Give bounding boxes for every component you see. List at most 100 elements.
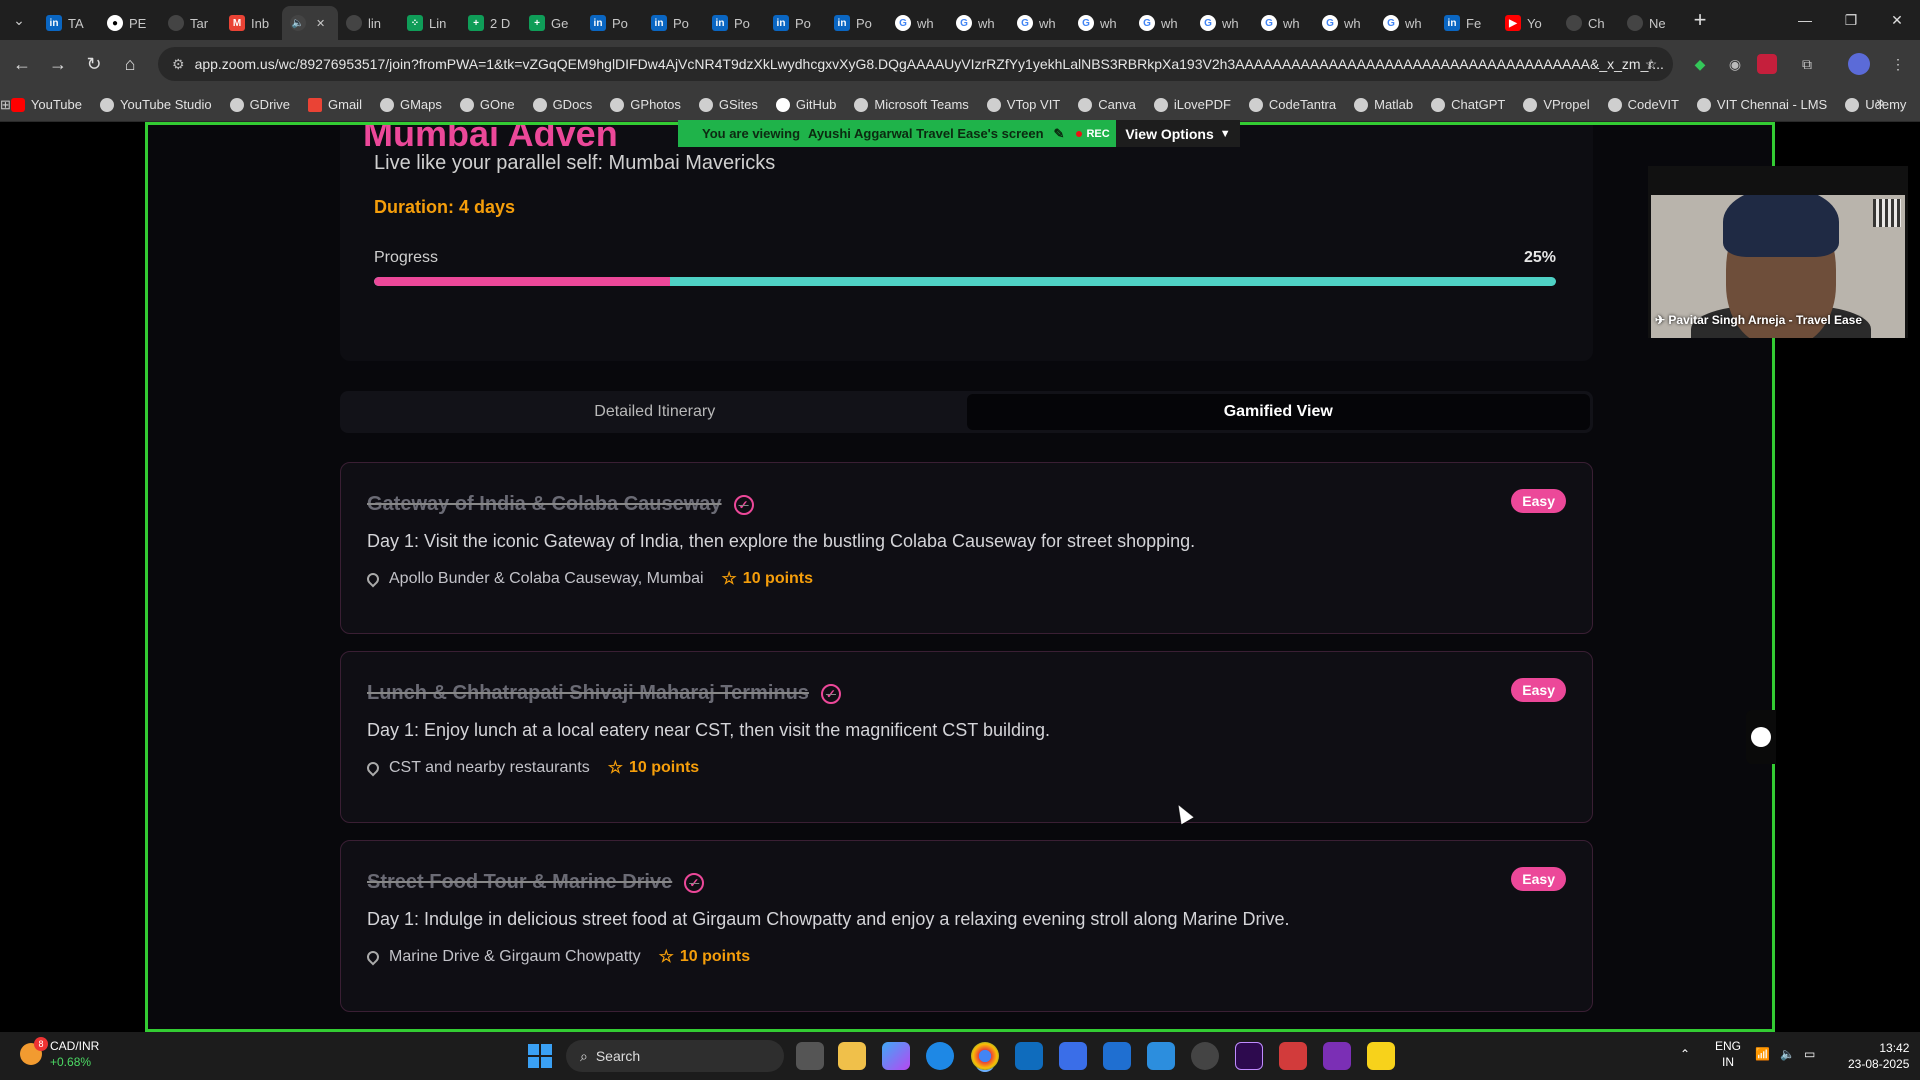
tab-search-icon[interactable]: ⌄ xyxy=(0,0,38,40)
vscode-icon[interactable] xyxy=(1147,1042,1175,1070)
app-circle-icon[interactable] xyxy=(1191,1042,1219,1070)
new-tab-button[interactable]: + xyxy=(1680,7,1720,33)
bookmark-item[interactable]: GSites xyxy=(698,97,758,112)
onenote-icon[interactable] xyxy=(1323,1042,1351,1070)
bookmark-item[interactable]: CodeTantra xyxy=(1248,97,1336,112)
browser-menu-icon[interactable]: ⋮ xyxy=(1884,50,1912,78)
extensions-icon[interactable]: ⧉ xyxy=(1793,50,1821,78)
tab-gamified-view[interactable]: Gamified View xyxy=(966,394,1590,430)
bookmark-item[interactable]: YouTube Studio xyxy=(100,97,212,112)
view-options-button[interactable]: View Options ▼ xyxy=(1116,120,1240,147)
browser-tab[interactable]: Ch xyxy=(1558,6,1619,40)
browser-tab[interactable]: ▶ Yo xyxy=(1497,6,1558,40)
browser-tab[interactable]: ⁘ Lin xyxy=(399,6,460,40)
tab-detailed-itinerary[interactable]: Detailed Itinerary xyxy=(343,394,967,430)
browser-tab[interactable]: M Inb xyxy=(221,6,282,40)
browser-tab[interactable]: Gwh xyxy=(1314,6,1375,40)
browser-tab[interactable]: Tar xyxy=(160,6,221,40)
location-pin-icon xyxy=(364,570,382,588)
bookmark-item[interactable]: Canva xyxy=(1078,97,1136,112)
volume-icon[interactable]: 🔈 xyxy=(1780,1046,1795,1062)
site-info-icon[interactable]: ⚙ xyxy=(172,56,185,73)
activity-card[interactable]: Gateway of India & Colaba Causeway ✓ Easy… xyxy=(340,462,1593,634)
browser-tab[interactable]: in Po xyxy=(704,6,765,40)
browser-tab[interactable]: in Fe xyxy=(1436,6,1497,40)
bookmark-item[interactable]: CodeVIT xyxy=(1607,97,1679,112)
browser-tab[interactable]: +2 D xyxy=(460,6,521,40)
premiere-icon[interactable] xyxy=(1235,1042,1263,1070)
chrome-icon[interactable] xyxy=(971,1042,999,1070)
bookmark-item[interactable]: GitHub xyxy=(775,97,836,112)
browser-tab[interactable]: lin xyxy=(338,6,399,40)
bookmark-item[interactable]: GPhotos xyxy=(610,97,681,112)
browser-tab[interactable]: Gwh xyxy=(1375,6,1436,40)
browser-tab[interactable]: ● PE xyxy=(99,6,160,40)
more-bookmarks-icon[interactable]: » xyxy=(1876,94,1885,112)
restore-icon[interactable]: ❐ xyxy=(1828,0,1874,40)
browser-tab[interactable]: in Po xyxy=(582,6,643,40)
browser-tab[interactable]: Gwh xyxy=(1070,6,1131,40)
browser-tab[interactable]: 🔈 ✕ xyxy=(282,6,338,40)
store-icon[interactable] xyxy=(1059,1042,1087,1070)
bookmark-item[interactable]: Microsoft Teams xyxy=(854,97,969,112)
forward-icon[interactable]: → xyxy=(40,46,76,82)
activity-card[interactable]: Street Food Tour & Marine Drive ✓ Easy Da… xyxy=(340,840,1593,1012)
browser-tab[interactable]: Gwh xyxy=(1009,6,1070,40)
edge-icon[interactable] xyxy=(926,1042,954,1070)
copilot-icon[interactable] xyxy=(882,1042,910,1070)
browser-tab[interactable]: Gwh xyxy=(1253,6,1314,40)
file-explorer-icon[interactable] xyxy=(838,1042,866,1070)
app-window-icon[interactable] xyxy=(1103,1042,1131,1070)
bookmark-item[interactable]: GDocs xyxy=(532,97,592,112)
tray-overflow-icon[interactable]: ⌃ xyxy=(1680,1046,1690,1062)
bookmark-item[interactable]: GMaps xyxy=(379,97,442,112)
snipping-tool-icon[interactable] xyxy=(1279,1042,1307,1070)
bookmark-item[interactable]: GOne xyxy=(459,97,515,112)
bookmark-star-icon[interactable]: ☆ xyxy=(1637,50,1665,78)
browser-tab[interactable]: Gwh xyxy=(948,6,1009,40)
back-icon[interactable]: ← xyxy=(4,46,40,82)
camera-extension-icon[interactable]: ◉ xyxy=(1721,50,1749,78)
bookmark-item[interactable]: VPropel xyxy=(1523,97,1590,112)
bookmark-item[interactable]: YouTube xyxy=(10,97,82,112)
bookmark-item[interactable]: Gmail xyxy=(308,97,362,112)
activity-card[interactable]: Lunch & Chhatrapati Shivaji Maharaj Term… xyxy=(340,651,1593,823)
apps-grid-icon[interactable]: ⊞ xyxy=(0,97,11,113)
address-bar[interactable]: ⚙ app.zoom.us/wc/89276953517/join?fromPW… xyxy=(158,47,1673,81)
browser-tab[interactable]: + Ge xyxy=(521,6,582,40)
bookmark-item[interactable]: iLovePDF xyxy=(1153,97,1231,112)
bookmark-item[interactable]: ChatGPT xyxy=(1431,97,1505,112)
bookmark-item[interactable]: VTop VIT xyxy=(986,97,1060,112)
shield-extension-icon[interactable]: ◆ xyxy=(1686,50,1714,78)
profile-avatar[interactable] xyxy=(1848,53,1870,75)
floating-toggle-button[interactable] xyxy=(1746,710,1776,764)
browser-tab[interactable]: Gwh xyxy=(1192,6,1253,40)
taskbar-search[interactable]: ⌕ Search xyxy=(566,1040,784,1072)
task-view-icon[interactable] xyxy=(796,1042,824,1070)
weather-widget[interactable]: 8 CAD/INR +0.68% xyxy=(20,1037,99,1070)
browser-tab[interactable]: in Po xyxy=(826,6,887,40)
start-button[interactable] xyxy=(528,1044,552,1068)
minimize-icon[interactable]: — xyxy=(1782,0,1828,40)
browser-tab[interactable]: Gwh xyxy=(887,6,948,40)
sticky-notes-icon[interactable] xyxy=(1367,1042,1395,1070)
browser-tab[interactable]: Ne xyxy=(1619,6,1680,40)
browser-tab[interactable]: in Po xyxy=(643,6,704,40)
close-window-icon[interactable]: ✕ xyxy=(1874,0,1920,40)
language-indicator[interactable]: ENG IN xyxy=(1715,1038,1741,1070)
reload-icon[interactable]: ↻ xyxy=(76,46,112,82)
bookmark-item[interactable]: GDrive xyxy=(229,97,290,112)
wifi-icon[interactable]: 📶 xyxy=(1755,1046,1770,1062)
browser-tab[interactable]: in TA xyxy=(38,6,99,40)
bookmark-item[interactable]: VIT Chennai - LMS xyxy=(1696,97,1827,112)
outlook-icon[interactable] xyxy=(1015,1042,1043,1070)
home-icon[interactable]: ⌂ xyxy=(112,46,148,82)
bookmark-item[interactable]: Matlab xyxy=(1354,97,1413,112)
browser-tab[interactable]: in Po xyxy=(765,6,826,40)
close-tab-icon[interactable]: ✕ xyxy=(316,17,325,30)
system-clock[interactable]: 13:42 23-08-2025 xyxy=(1848,1040,1909,1072)
tab-label: Tar xyxy=(190,15,209,31)
pocket-extension-icon[interactable] xyxy=(1757,54,1777,74)
browser-tab[interactable]: Gwh xyxy=(1131,6,1192,40)
battery-icon[interactable]: ▭ xyxy=(1804,1046,1815,1062)
